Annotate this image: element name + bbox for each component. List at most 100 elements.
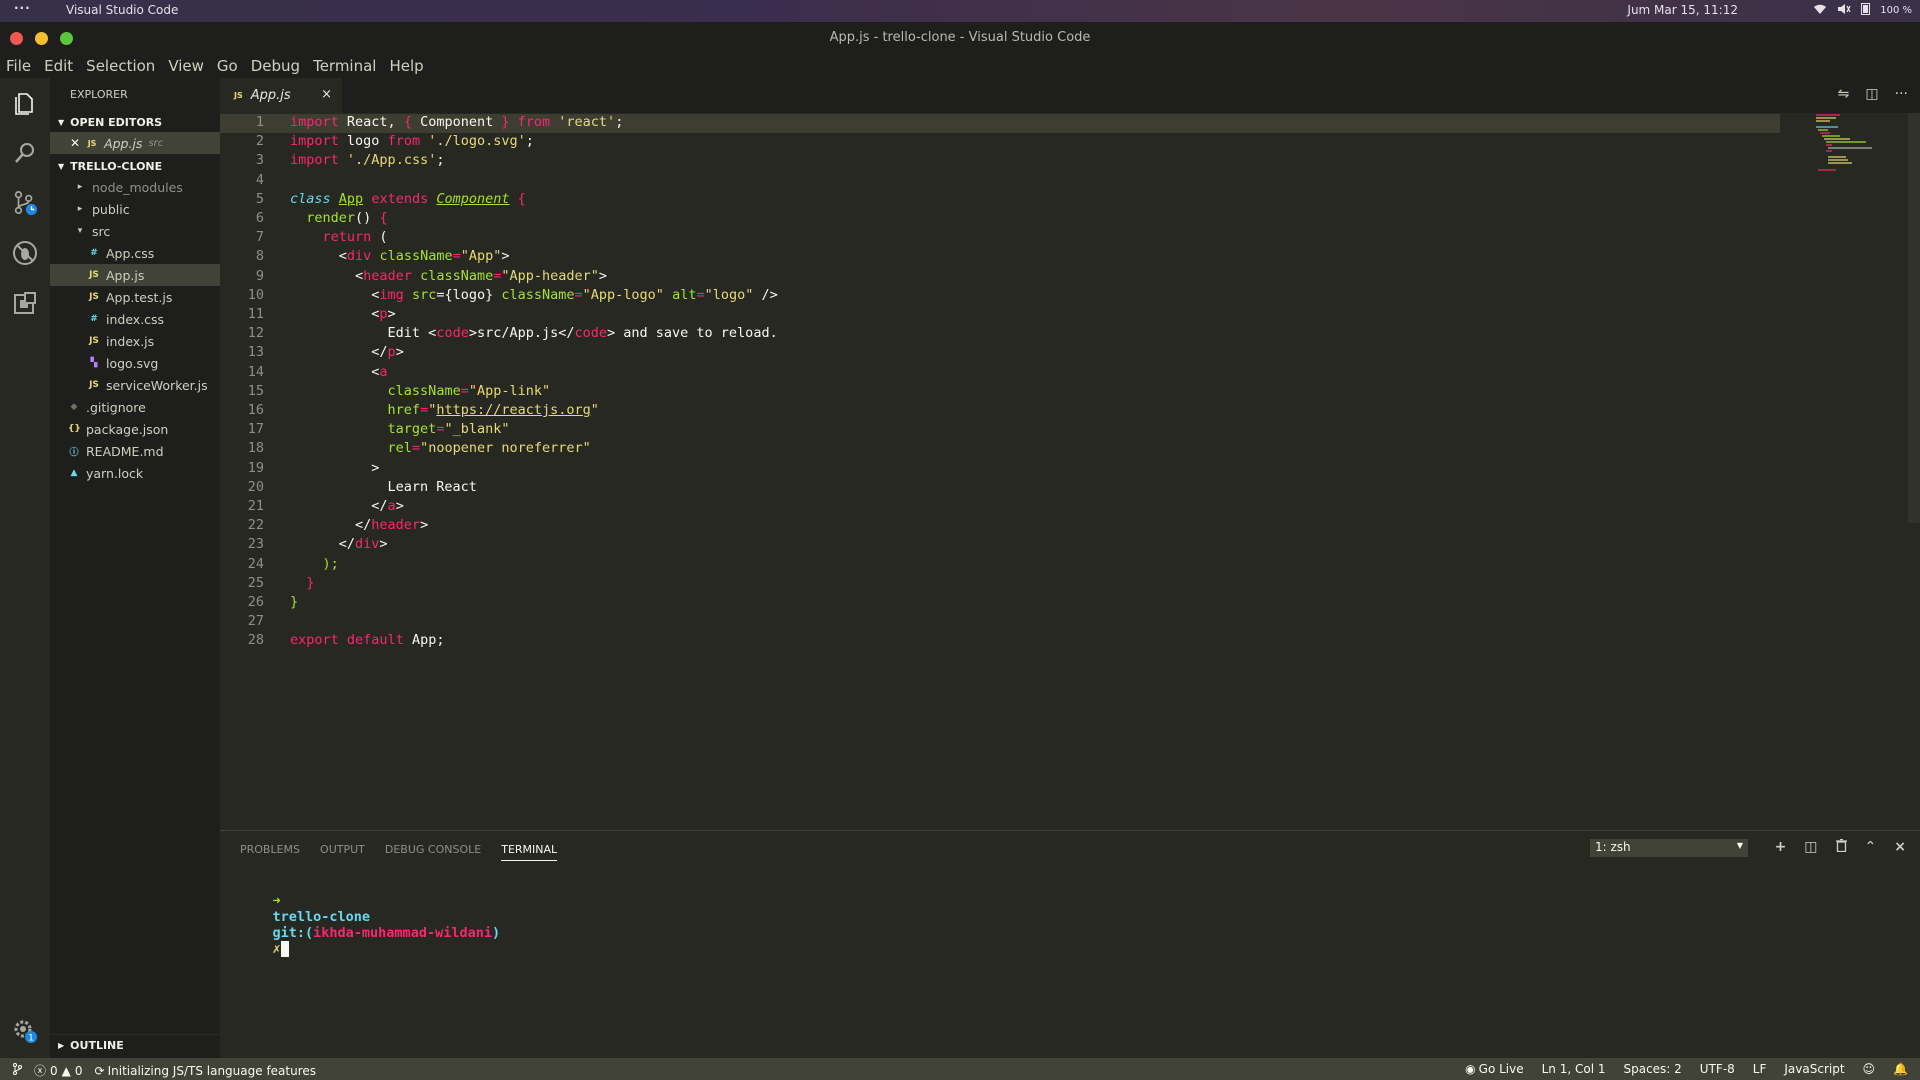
tab-output[interactable]: OUTPUT — [320, 843, 365, 861]
code-line[interactable]: 26} — [220, 594, 1780, 613]
tab-terminal[interactable]: TERMINAL — [501, 843, 558, 861]
tree-item[interactable]: {} package.json — [50, 418, 220, 440]
code-line[interactable]: 28 export default App; — [220, 632, 1780, 651]
battery-icon[interactable] — [1861, 2, 1871, 18]
cursor-position[interactable]: Ln 1, Col 1 — [1542, 1062, 1606, 1076]
code-line[interactable]: 14 <a — [220, 364, 1780, 383]
code-line[interactable]: 5 class App extends Component { — [220, 191, 1780, 210]
editor-scrollbar[interactable] — [1908, 113, 1920, 523]
tree-item[interactable]: # index.css — [50, 308, 220, 330]
code-line[interactable]: 2 import logo from './logo.svg'; — [220, 133, 1780, 152]
split-terminal-icon[interactable]: ◫ — [1804, 839, 1817, 856]
kill-terminal-icon[interactable] — [1835, 838, 1847, 856]
code-line[interactable]: 12 Edit <code>src/App.js</code> and save… — [220, 325, 1780, 344]
problems-indicator[interactable]: ⓧ 0 ▲ 0 — [34, 1062, 83, 1079]
minimap[interactable] — [1808, 113, 1908, 173]
tree-item[interactable]: ▸ node_modules — [50, 176, 220, 198]
volume-icon[interactable] — [1837, 3, 1851, 18]
notifications-bell-icon[interactable]: 🔔 — [1893, 1062, 1908, 1076]
menu-file[interactable]: File — [6, 57, 31, 75]
tree-item[interactable]: JS App.js — [50, 264, 220, 286]
code-line[interactable]: 24 ); — [220, 556, 1780, 575]
code-line[interactable]: 9 <header className="App-header"> — [220, 268, 1780, 287]
code-editor[interactable]: 1 import React, { Component } from 'react… — [220, 113, 1920, 830]
git-branch-icon[interactable] — [12, 1063, 22, 1078]
code-line[interactable]: 21 </a> — [220, 498, 1780, 517]
tree-item[interactable]: JS index.js — [50, 330, 220, 352]
tree-item-label: serviceWorker.js — [106, 377, 208, 393]
code-line[interactable]: 22 </header> — [220, 517, 1780, 536]
more-actions-icon[interactable]: ··· — [1895, 86, 1908, 102]
terminal-select[interactable]: 1: zsh ▼ — [1590, 839, 1748, 857]
menu-go[interactable]: Go — [217, 57, 238, 75]
tree-item[interactable]: JS App.test.js — [50, 286, 220, 308]
language-mode[interactable]: JavaScript — [1784, 1062, 1844, 1076]
close-icon[interactable]: ✕ — [70, 136, 80, 150]
tree-item[interactable]: ◆ .gitignore — [50, 396, 220, 418]
code-line[interactable]: 4 — [220, 172, 1780, 191]
tree-item[interactable]: JS serviceWorker.js — [50, 374, 220, 396]
tree-item[interactable]: ▚ logo.svg — [50, 352, 220, 374]
code-text: <p> — [290, 306, 395, 322]
wifi-icon[interactable] — [1813, 3, 1827, 18]
settings-gear-icon[interactable]: 1 — [12, 1018, 38, 1044]
end-of-line[interactable]: LF — [1753, 1062, 1767, 1076]
indentation[interactable]: Spaces: 2 — [1623, 1062, 1681, 1076]
open-changes-icon[interactable]: ⇋ — [1838, 86, 1850, 102]
debug-icon[interactable] — [12, 240, 38, 266]
code-line[interactable]: 20 Learn React — [220, 479, 1780, 498]
code-line[interactable]: 1 import React, { Component } from 'react… — [220, 114, 1780, 133]
system-tray[interactable]: 100 % — [1813, 2, 1912, 18]
menu-debug[interactable]: Debug — [251, 57, 300, 75]
tree-item[interactable]: ▸ public — [50, 198, 220, 220]
menu-edit[interactable]: Edit — [44, 57, 73, 75]
code-line[interactable]: 23 </div> — [220, 536, 1780, 555]
new-terminal-icon[interactable]: + — [1775, 839, 1787, 856]
menu-terminal[interactable]: Terminal — [313, 57, 376, 75]
tree-item[interactable]: # App.css — [50, 242, 220, 264]
outline-section[interactable]: ▶ OUTLINE — [50, 1034, 220, 1056]
source-control-icon[interactable] — [12, 190, 38, 216]
tree-item[interactable]: ▾ src — [50, 220, 220, 242]
encoding[interactable]: UTF-8 — [1700, 1062, 1735, 1076]
tab-debug-console[interactable]: DEBUG CONSOLE — [385, 843, 481, 861]
go-live-button[interactable]: ◉ Go Live — [1465, 1062, 1523, 1076]
project-section[interactable]: ▼ TRELLO-CLONE — [50, 156, 220, 176]
activities-menu[interactable]: ··· — [14, 1, 31, 15]
explorer-icon[interactable] — [12, 90, 38, 116]
tab-app-js[interactable]: JS App.js × — [220, 78, 342, 113]
code-line[interactable]: 25 } — [220, 575, 1780, 594]
search-icon[interactable] — [12, 140, 38, 166]
tree-item[interactable]: ⓘ README.md — [50, 440, 220, 462]
split-editor-icon[interactable]: ◫ — [1865, 86, 1878, 102]
menu-view[interactable]: View — [168, 57, 204, 75]
tab-close-button[interactable]: × — [321, 87, 332, 102]
open-editor-app-js[interactable]: ✕ JS App.js src — [50, 132, 220, 154]
menu-selection[interactable]: Selection — [86, 57, 155, 75]
code-line[interactable]: 7 return ( — [220, 229, 1780, 248]
terminal-prompt[interactable]: ➜ trello-clone git:(ikhda-muhammad-wilda… — [240, 877, 500, 973]
menu-help[interactable]: Help — [389, 57, 423, 75]
tree-item[interactable]: ▲ yarn.lock — [50, 462, 220, 484]
code-line[interactable]: 15 className="App-link" — [220, 383, 1780, 402]
code-line[interactable]: 19 > — [220, 460, 1780, 479]
close-panel-icon[interactable]: × — [1894, 839, 1906, 856]
feedback-smiley-icon[interactable]: ☺ — [1863, 1062, 1876, 1076]
code-line[interactable]: 17 target="_blank" — [220, 421, 1780, 440]
code-line[interactable]: 10 <img src={logo} className="App-logo" … — [220, 287, 1780, 306]
code-line[interactable]: 13 </p> — [220, 344, 1780, 363]
maximize-panel-icon[interactable]: ⌃ — [1865, 839, 1877, 856]
open-editors-section[interactable]: ▼ OPEN EDITORS — [50, 112, 220, 132]
code-line[interactable]: 16 href="https://reactjs.org" — [220, 402, 1780, 421]
prompt-git-close: ) — [491, 925, 501, 941]
code-line[interactable]: 11 <p> — [220, 306, 1780, 325]
code-line[interactable]: 3 import './App.css'; — [220, 152, 1780, 171]
code-line[interactable]: 8 <div className="App"> — [220, 248, 1780, 267]
code-line[interactable]: 27 — [220, 613, 1780, 632]
system-clock[interactable]: Jum Mar 15, 11:12 — [1627, 3, 1738, 17]
extensions-icon[interactable] — [12, 290, 38, 316]
code-line[interactable]: 18 rel="noopener noreferrer" — [220, 440, 1780, 459]
code-line[interactable]: 6 render() { — [220, 210, 1780, 229]
tab-problems[interactable]: PROBLEMS — [240, 843, 300, 861]
